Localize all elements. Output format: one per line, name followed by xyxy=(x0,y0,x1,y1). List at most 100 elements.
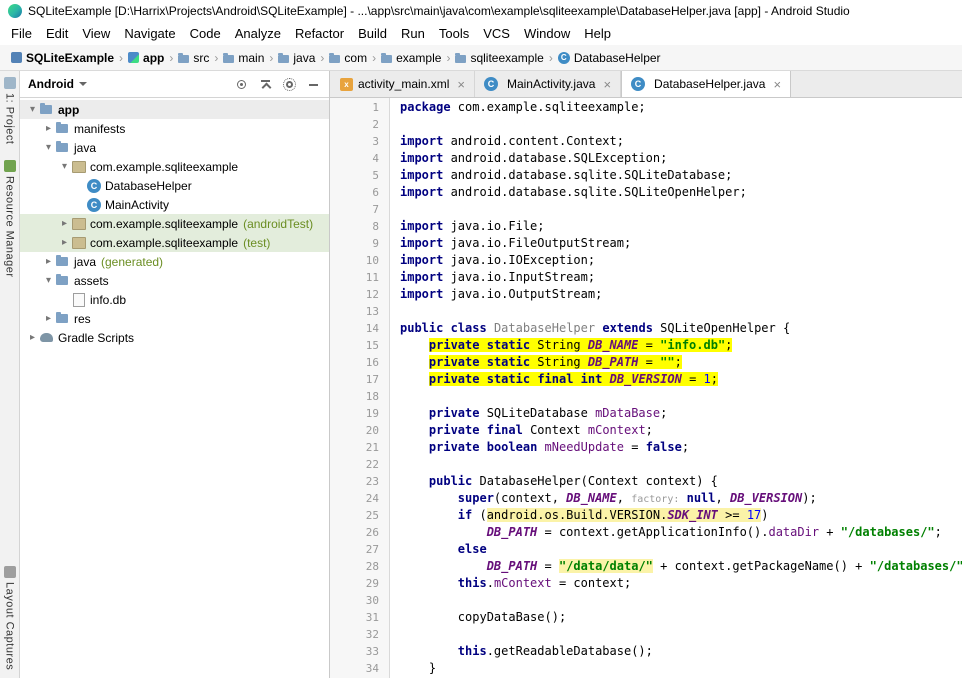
menu-item-edit[interactable]: Edit xyxy=(39,24,75,43)
chevron-down-icon[interactable]: ▾ xyxy=(42,142,55,153)
tab-mainactivity-java[interactable]: CMainActivity.java× xyxy=(475,71,621,97)
line-number[interactable]: 21 xyxy=(330,439,379,456)
menu-item-navigate[interactable]: Navigate xyxy=(117,24,182,43)
line-number[interactable]: 15 xyxy=(330,337,379,354)
settings-gear-icon[interactable] xyxy=(282,77,297,92)
line-number[interactable]: 32 xyxy=(330,626,379,643)
chevron-right-icon[interactable]: ▸ xyxy=(42,256,55,267)
code-line[interactable]: import android.database.SQLException; xyxy=(400,150,962,167)
tree-item-info-db[interactable]: info.db xyxy=(20,290,329,309)
menu-item-run[interactable]: Run xyxy=(394,24,432,43)
breadcrumb-item-sqliteexample[interactable]: sqliteexample xyxy=(455,51,543,65)
line-number[interactable]: 7 xyxy=(330,201,379,218)
code-line[interactable]: package com.example.sqliteexample; xyxy=(400,99,962,116)
line-number[interactable]: 18 xyxy=(330,388,379,405)
line-number[interactable]: 25 xyxy=(330,507,379,524)
code-line[interactable]: else xyxy=(400,541,962,558)
code-line[interactable]: private static String DB_NAME = "info.db… xyxy=(400,337,962,354)
close-tab-icon[interactable]: × xyxy=(603,77,611,92)
menu-item-tools[interactable]: Tools xyxy=(432,24,476,43)
menu-item-file[interactable]: File xyxy=(4,24,39,43)
breadcrumb-item-databasehelper[interactable]: CDatabaseHelper xyxy=(558,51,661,65)
code-line[interactable]: } xyxy=(400,660,962,677)
line-number[interactable]: 10 xyxy=(330,252,379,269)
menu-item-view[interactable]: View xyxy=(75,24,117,43)
code-line[interactable]: DB_PATH = "/data/data/" + context.getPac… xyxy=(400,558,962,575)
tree-item-res[interactable]: ▸res xyxy=(20,309,329,328)
code-line[interactable] xyxy=(400,626,962,643)
code-line[interactable] xyxy=(400,201,962,218)
code-line[interactable]: import java.io.IOException; xyxy=(400,252,962,269)
code-line[interactable] xyxy=(400,303,962,320)
line-number[interactable]: 28 xyxy=(330,558,379,575)
tree-item-com-example-sqliteexample[interactable]: ▾com.example.sqliteexample xyxy=(20,157,329,176)
line-number[interactable]: 22 xyxy=(330,456,379,473)
line-number[interactable]: 16 xyxy=(330,354,379,371)
code-line[interactable]: private boolean mNeedUpdate = false; xyxy=(400,439,962,456)
breadcrumb-item-example[interactable]: example xyxy=(381,51,441,65)
code-line[interactable]: public class DatabaseHelper extends SQLi… xyxy=(400,320,962,337)
code-line[interactable]: import android.database.sqlite.SQLiteDat… xyxy=(400,167,962,184)
breadcrumb-item-sqliteexample[interactable]: SQLiteExample xyxy=(11,51,114,65)
tree-item-gradle-scripts[interactable]: ▸Gradle Scripts xyxy=(20,328,329,347)
close-tab-icon[interactable]: × xyxy=(773,77,781,92)
tool-button-layout-captures[interactable]: Layout Captures xyxy=(4,566,16,670)
tree-item-java-generated[interactable]: ▸java(generated) xyxy=(20,252,329,271)
line-number[interactable]: 30 xyxy=(330,592,379,609)
code-line[interactable]: private SQLiteDatabase mDataBase; xyxy=(400,405,962,422)
code-line[interactable]: this.mContext = context; xyxy=(400,575,962,592)
code-line[interactable]: copyDataBase(); xyxy=(400,609,962,626)
chevron-right-icon[interactable]: ▸ xyxy=(42,313,55,324)
line-number[interactable]: 27 xyxy=(330,541,379,558)
code-line[interactable]: import java.io.InputStream; xyxy=(400,269,962,286)
chevron-down-icon[interactable]: ▾ xyxy=(42,275,55,286)
line-number[interactable]: 34 xyxy=(330,660,379,677)
code-line[interactable]: if (android.os.Build.VERSION.SDK_INT >= … xyxy=(400,507,962,524)
chevron-right-icon[interactable]: ▸ xyxy=(42,123,55,134)
line-number[interactable]: 17 xyxy=(330,371,379,388)
line-number[interactable]: 6 xyxy=(330,184,379,201)
tree-item-assets[interactable]: ▾assets xyxy=(20,271,329,290)
hide-panel-icon[interactable] xyxy=(306,77,321,92)
chevron-down-icon[interactable]: ▾ xyxy=(26,104,39,115)
code-line[interactable] xyxy=(400,456,962,473)
line-number[interactable]: 2 xyxy=(330,116,379,133)
tree-item-app[interactable]: ▾app xyxy=(20,100,329,119)
line-number[interactable]: 33 xyxy=(330,643,379,660)
tool-button-resource-manager[interactable]: Resource Manager xyxy=(4,160,16,278)
chevron-right-icon[interactable]: ▸ xyxy=(26,332,39,343)
collapse-all-icon[interactable] xyxy=(258,77,273,92)
line-number[interactable]: 8 xyxy=(330,218,379,235)
tree-item-databasehelper[interactable]: CDatabaseHelper xyxy=(20,176,329,195)
code-line[interactable]: DB_PATH = context.getApplicationInfo().d… xyxy=(400,524,962,541)
menu-item-refactor[interactable]: Refactor xyxy=(288,24,351,43)
code-line[interactable]: import android.database.sqlite.SQLiteOpe… xyxy=(400,184,962,201)
menu-item-vcs[interactable]: VCS xyxy=(476,24,517,43)
breadcrumb-item-app[interactable]: app xyxy=(128,51,164,65)
code-line[interactable]: super(context, DB_NAME, factory: null, D… xyxy=(400,490,962,507)
code-line[interactable] xyxy=(400,592,962,609)
line-number[interactable]: 12 xyxy=(330,286,379,303)
code-line[interactable]: private static final int DB_VERSION = 1; xyxy=(400,371,962,388)
line-number[interactable]: 19 xyxy=(330,405,379,422)
line-number[interactable]: 13 xyxy=(330,303,379,320)
line-number[interactable]: 11 xyxy=(330,269,379,286)
code-line[interactable]: public DatabaseHelper(Context context) { xyxy=(400,473,962,490)
tree-item-mainactivity[interactable]: CMainActivity xyxy=(20,195,329,214)
code-line[interactable]: this.getReadableDatabase(); xyxy=(400,643,962,660)
menu-item-build[interactable]: Build xyxy=(351,24,394,43)
line-number[interactable]: 26 xyxy=(330,524,379,541)
line-number[interactable]: 31 xyxy=(330,609,379,626)
code-line[interactable]: import java.io.FileOutputStream; xyxy=(400,235,962,252)
locate-icon[interactable] xyxy=(234,77,249,92)
line-number[interactable]: 20 xyxy=(330,422,379,439)
line-number[interactable]: 4 xyxy=(330,150,379,167)
close-tab-icon[interactable]: × xyxy=(457,77,465,92)
menu-item-window[interactable]: Window xyxy=(517,24,577,43)
breadcrumb-item-src[interactable]: src xyxy=(178,51,209,65)
chevron-right-icon[interactable]: ▸ xyxy=(58,218,71,229)
chevron-down-icon[interactable]: ▾ xyxy=(58,161,71,172)
tree-item-manifests[interactable]: ▸manifests xyxy=(20,119,329,138)
project-view-selector[interactable]: Android xyxy=(28,77,87,91)
tool-button-1-project[interactable]: 1: Project xyxy=(4,77,16,144)
